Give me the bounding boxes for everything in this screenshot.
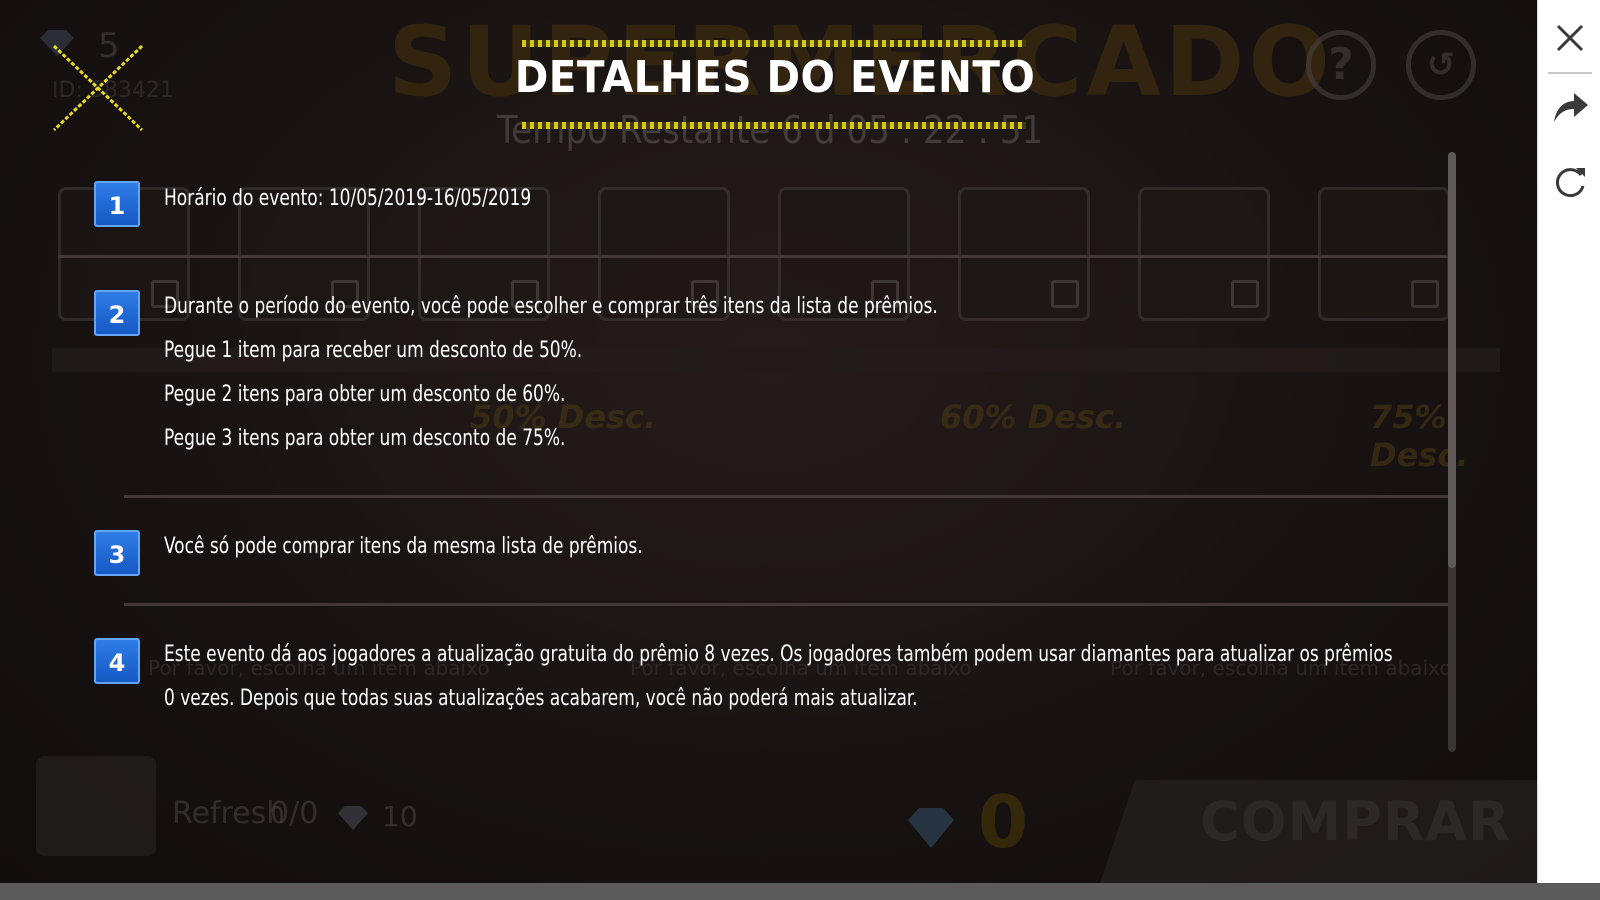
reload-icon[interactable]: [1550, 162, 1590, 202]
prize-slot[interactable]: [958, 187, 1090, 321]
total-price: 0: [978, 780, 1029, 864]
rule-number-badge: 1: [94, 181, 140, 227]
title-stripe-bottom: [522, 122, 1026, 129]
select-checkbox[interactable]: [1231, 280, 1259, 308]
refresh-card-icon: [36, 756, 156, 856]
rule-text: Este evento dá aos jogadores a atualizaç…: [164, 642, 1393, 667]
refresh-button[interactable]: Refresh: [172, 796, 285, 831]
title-stripe-top: [522, 40, 1026, 47]
rule-text: Horário do evento: 10/05/2019-16/05/2019: [164, 186, 532, 211]
scrollbar[interactable]: [1448, 152, 1456, 752]
diamond-icon: [908, 808, 954, 848]
divider: [124, 603, 1448, 606]
close-icon[interactable]: [1550, 18, 1590, 58]
refresh-cost: 10: [382, 800, 418, 833]
share-arrow-icon[interactable]: [1550, 86, 1590, 126]
select-checkbox[interactable]: [1411, 280, 1439, 308]
sidebar: [1537, 0, 1600, 883]
rule-text: Pegue 3 itens para obter um desconto de …: [164, 426, 566, 451]
rule-text: Durante o período do evento, você pode e…: [164, 294, 938, 319]
scrollbar-thumb[interactable]: [1448, 152, 1456, 568]
time-remaining: Tempo Restante 6 d 05 : 22 : 51: [496, 108, 1044, 152]
rule-text: Pegue 1 item para receber um desconto de…: [164, 338, 583, 363]
discount-label-60: 60% Desc.: [940, 398, 1127, 436]
refresh-count: 0/0: [270, 796, 319, 831]
rule-text: 0 vezes. Depois que todas suas atualizaç…: [164, 686, 918, 711]
bottom-bar: [0, 883, 1600, 900]
rule-number-badge: 3: [94, 530, 140, 576]
history-icon[interactable]: ↺: [1406, 30, 1476, 100]
rule-text: Pegue 2 itens para obter um desconto de …: [164, 382, 566, 407]
rule-number-badge: 2: [94, 290, 140, 336]
diamond-icon: [338, 806, 368, 830]
prize-slot[interactable]: [1138, 187, 1270, 321]
game-screen: SUPERMERCADO Tempo Restante 6 d 05 : 22 …: [0, 0, 1537, 883]
x-close-icon[interactable]: [52, 44, 144, 132]
sidebar-separator: [1548, 72, 1592, 74]
prize-slot[interactable]: [1318, 187, 1450, 321]
question-icon[interactable]: ?: [1306, 30, 1376, 100]
divider: [58, 255, 1452, 258]
dialog-title: DETALHES DO EVENTO: [514, 52, 1036, 103]
rule-text: Você só pode comprar itens da mesma list…: [164, 534, 643, 559]
rule-number-badge: 4: [94, 638, 140, 684]
buy-button[interactable]: COMPRAR: [1200, 790, 1511, 853]
divider: [124, 495, 1448, 498]
select-checkbox[interactable]: [1051, 280, 1079, 308]
